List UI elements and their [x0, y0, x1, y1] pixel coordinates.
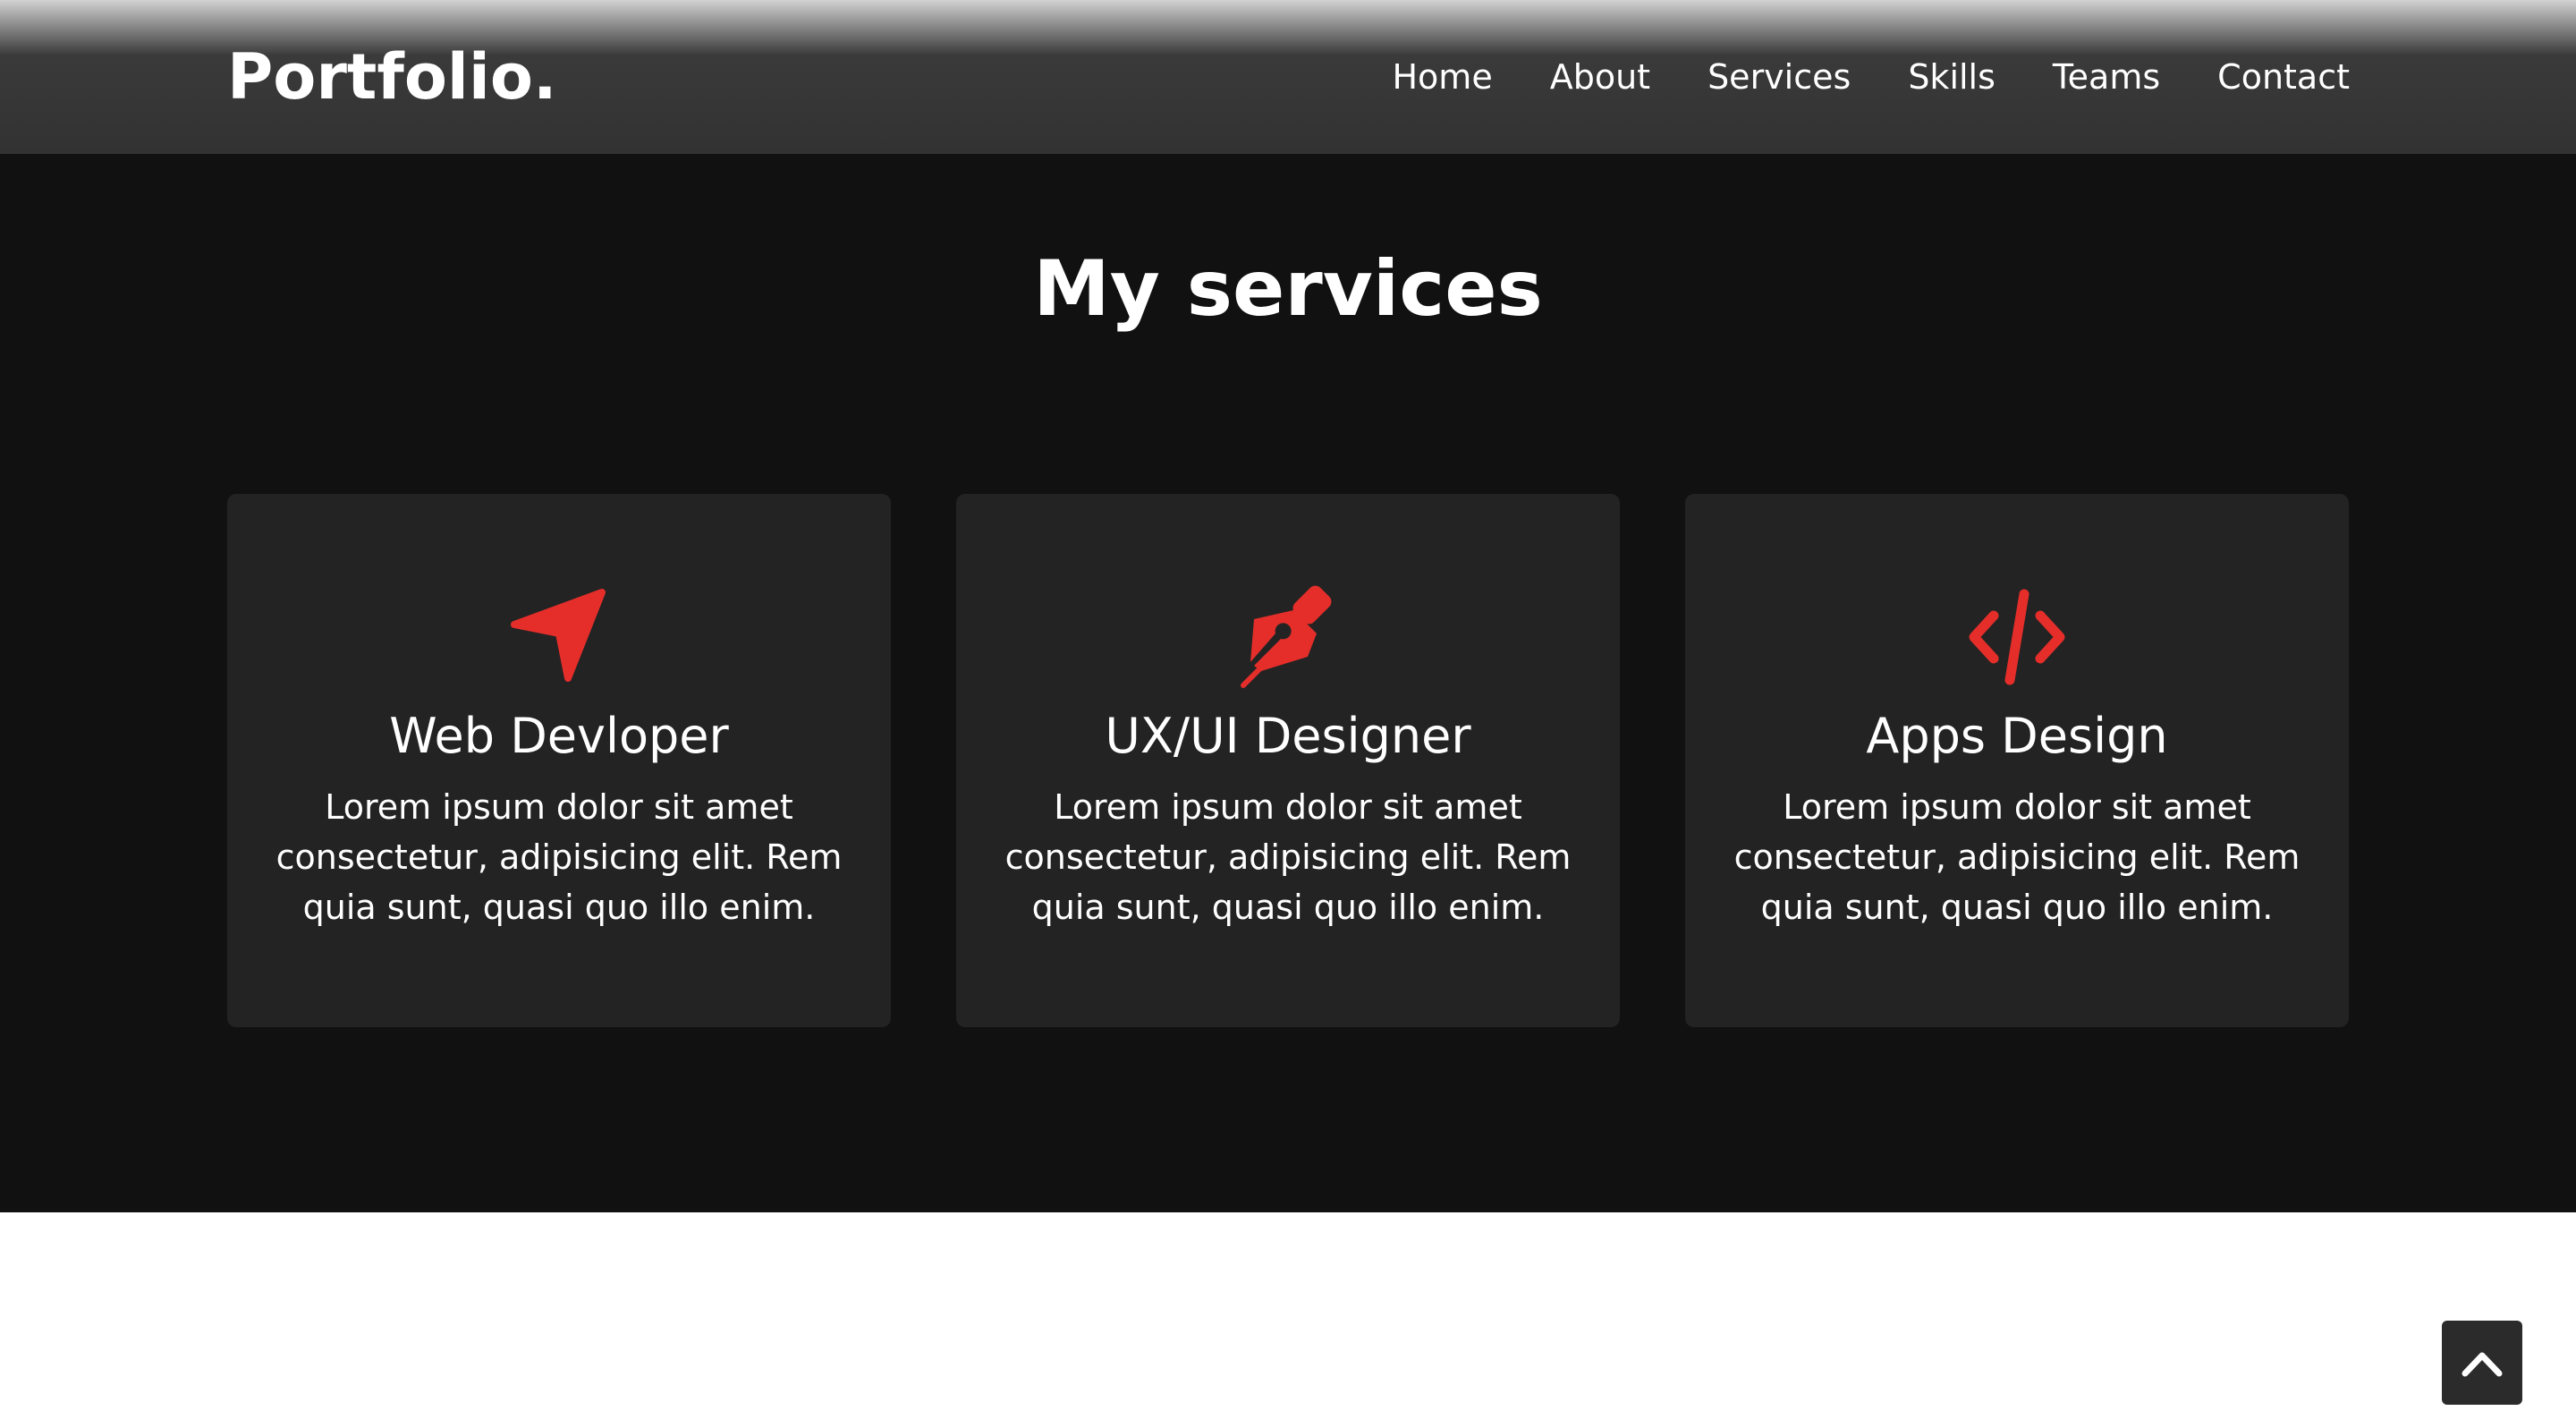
nav-link-about[interactable]: About	[1550, 57, 1650, 97]
service-cards: Web Devloper Lorem ipsum dolor sit amet …	[227, 494, 2349, 1027]
nav-item-skills: Skills	[1908, 50, 1996, 104]
service-card-web-developer: Web Devloper Lorem ipsum dolor sit amet …	[227, 494, 891, 1027]
card-text: Lorem ipsum dolor sit amet consectetur, …	[275, 787, 843, 927]
card-title: Apps Design	[1866, 708, 2168, 764]
nav-links: Home About Services Skills Teams Contact	[1392, 50, 2350, 104]
services-section: My services Web Devloper Lorem ipsum dol…	[0, 154, 2576, 1212]
nav-item-teams: Teams	[2053, 50, 2160, 104]
pen-nib-icon	[1234, 583, 1342, 691]
code-icon	[1963, 583, 2071, 691]
nav-item-contact: Contact	[2217, 50, 2350, 104]
nav-item-about: About	[1550, 50, 1650, 104]
card-text: Lorem ipsum dolor sit amet consectetur, …	[1004, 787, 1572, 927]
card-title: UX/UI Designer	[1105, 708, 1471, 764]
nav-link-skills[interactable]: Skills	[1908, 57, 1996, 97]
service-card-apps-design: Apps Design Lorem ipsum dolor sit amet c…	[1685, 494, 2349, 1027]
nav-item-services: Services	[1707, 50, 1851, 104]
back-to-top-button[interactable]	[2442, 1321, 2522, 1405]
nav-link-contact[interactable]: Contact	[2217, 57, 2350, 97]
card-text: Lorem ipsum dolor sit amet consectetur, …	[1733, 787, 2301, 927]
card-title: Web Devloper	[389, 708, 729, 764]
location-arrow-icon	[505, 583, 613, 691]
nav-link-teams[interactable]: Teams	[2053, 57, 2160, 97]
section-title: My services	[1033, 244, 1543, 334]
service-card-ux-ui-designer: UX/UI Designer Lorem ipsum dolor sit ame…	[956, 494, 1620, 1027]
nav-item-home: Home	[1392, 50, 1492, 104]
nav-link-home[interactable]: Home	[1392, 57, 1492, 97]
nav-link-services[interactable]: Services	[1707, 57, 1851, 97]
logo[interactable]: Portfolio.	[227, 38, 557, 116]
chevron-up-icon	[2462, 1352, 2503, 1377]
navbar: Portfolio. Home About Services Skills Te…	[0, 0, 2576, 154]
